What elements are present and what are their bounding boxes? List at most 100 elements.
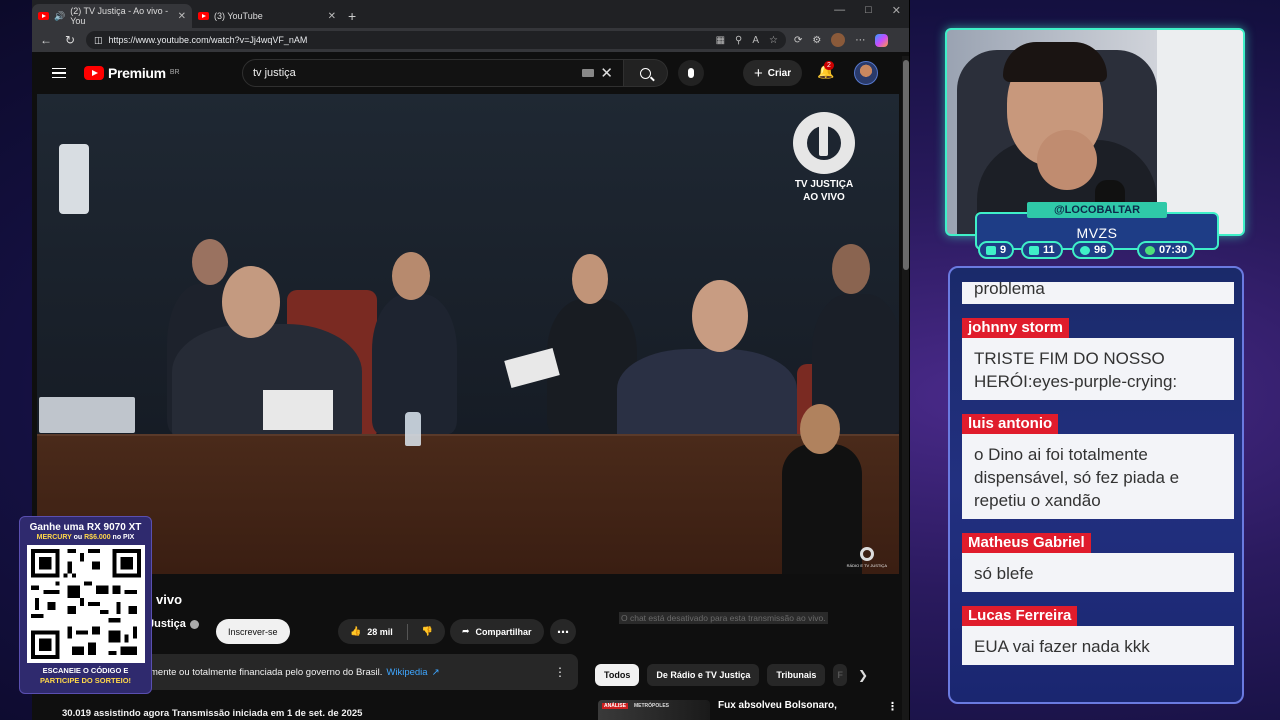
- video-player[interactable]: TV JUSTIÇA AO VIVO RÁDIO E TV JUSTIÇA: [37, 94, 899, 574]
- reload-icon[interactable]: ↻: [62, 33, 78, 47]
- keyboard-icon[interactable]: [582, 69, 595, 77]
- voice-search-button[interactable]: [678, 60, 704, 86]
- favorite-star-icon[interactable]: ☆: [769, 35, 778, 46]
- giveaway-prize-2: R$6.000: [84, 534, 111, 541]
- close-window-icon[interactable]: ✕: [892, 4, 901, 17]
- youtube-premium-logo[interactable]: Premium BR: [84, 65, 180, 81]
- thumbnail-source: METRÓPOLES: [634, 703, 670, 709]
- divider: [406, 623, 408, 640]
- zoom-icon[interactable]: ⚲: [735, 35, 742, 46]
- omnibox-actions: ▦ ⚲ A ☆: [716, 35, 778, 46]
- youtube-favicon-icon: [198, 12, 209, 20]
- youtube-play-icon: [84, 66, 104, 80]
- recommended-video[interactable]: ANÁLISE METRÓPOLES Fux absolveu Bolsonar…: [598, 700, 898, 720]
- logo-line-1: TV JUSTIÇA: [794, 179, 854, 190]
- url-input[interactable]: ◫ https://www.youtube.com/watch?v=Jj4wqV…: [86, 31, 786, 49]
- chip-more[interactable]: F: [833, 664, 848, 686]
- dislike-icon[interactable]: 👎: [422, 626, 433, 637]
- new-tab-icon[interactable]: +: [342, 4, 362, 28]
- site-info-icon[interactable]: ◫: [94, 35, 103, 46]
- info-menu-icon[interactable]: ⋮: [554, 665, 566, 679]
- giveaway-footer-line-2: PARTICIPE DO SORTEIO!: [39, 676, 132, 685]
- wikipedia-link[interactable]: Wikipedia: [386, 667, 427, 678]
- chat-username: Lucas Ferreira: [962, 606, 1078, 626]
- youtube-favicon-icon: [38, 12, 49, 20]
- search-button[interactable]: [624, 59, 668, 87]
- chat-message-text: TRISTE FIM DO NOSSO HERÓI:eyes-purple-cr…: [962, 338, 1234, 400]
- minimize-icon[interactable]: —: [834, 4, 845, 17]
- stream-chat-panel: problema johnny storm TRISTE FIM DO NOSS…: [948, 266, 1244, 704]
- read-aloud-icon[interactable]: A: [752, 35, 759, 46]
- search-value: tv justiça: [253, 67, 296, 79]
- copilot-icon[interactable]: [875, 33, 889, 47]
- chat-message-text: problema: [974, 282, 1045, 298]
- giveaway-title: Ganhe uma RX 9070 XT: [29, 522, 142, 533]
- apps-icon[interactable]: ▦: [716, 35, 725, 46]
- streamer-handle: @LOCOBALTAR: [1027, 202, 1167, 218]
- chip-radio-tv-justica[interactable]: De Rádio e TV Justiça: [647, 664, 760, 686]
- more-actions-button[interactable]: ⋯: [550, 619, 576, 644]
- scrollbar-thumb[interactable]: [903, 60, 909, 270]
- back-arrow-icon[interactable]: ←: [38, 33, 54, 47]
- chevron-right-icon[interactable]: ❯: [858, 668, 868, 682]
- chat-message-text: só blefe: [962, 553, 1234, 592]
- browser-window: 🔊 (2) TV Justiça - Ao vivo - You ✕ (3) Y…: [32, 0, 910, 720]
- stat-kick: 96: [1072, 241, 1115, 259]
- recommended-title[interactable]: Fux absolveu Bolsonaro,: [718, 700, 837, 720]
- speaker-icon[interactable]: 🔊: [54, 11, 65, 22]
- search-icon: [640, 67, 651, 79]
- country-code: BR: [169, 69, 180, 76]
- giveaway-qr-card: Ganhe uma RX 9070 XT MERCURY ou R$6.000 …: [19, 516, 152, 694]
- person-head: [392, 252, 430, 300]
- logo-text: Premium: [108, 65, 166, 81]
- subscribe-button[interactable]: Inscrever-se: [216, 619, 290, 644]
- notification-count-badge: 2: [824, 61, 834, 70]
- plus-icon: +: [754, 64, 763, 82]
- recommended-menu-icon[interactable]: ⋮: [887, 700, 898, 720]
- person-head: [192, 239, 228, 285]
- stat-youtube-value: 11: [1043, 244, 1055, 256]
- menu-icon[interactable]: [52, 67, 66, 79]
- channel-name[interactable]: Justiça: [148, 618, 199, 630]
- more-icon[interactable]: ⋯: [855, 35, 865, 46]
- recommendation-filters: Todos De Rádio e TV Justiça Tribunais F: [595, 664, 848, 686]
- tab-tv-justica[interactable]: 🔊 (2) TV Justiça - Ao vivo - You ✕: [32, 4, 192, 28]
- water-bottle: [405, 412, 421, 446]
- maximize-icon[interactable]: □: [865, 4, 872, 17]
- extensions-icon[interactable]: ⚙: [812, 35, 821, 46]
- video-thumbnail[interactable]: ANÁLISE METRÓPOLES: [598, 700, 710, 720]
- browser-toolbar: ⟳ ⚙ ⋯: [794, 33, 889, 47]
- tab-youtube[interactable]: (3) YouTube ✕: [192, 4, 342, 28]
- profile-avatar-icon[interactable]: [831, 33, 846, 47]
- stat-whatsapp: 07:30: [1137, 241, 1196, 259]
- stat-youtube: 11: [1021, 241, 1063, 259]
- giveaway-subtitle: MERCURY ou R$6.000 no PIX: [20, 534, 151, 541]
- create-button[interactable]: + Criar: [743, 60, 803, 86]
- close-tab-icon[interactable]: ✕: [178, 11, 186, 22]
- chip-tribunais[interactable]: Tribunais: [767, 664, 826, 686]
- streamer-hand: [1037, 130, 1097, 190]
- account-avatar[interactable]: [854, 61, 878, 85]
- judge-head: [222, 266, 280, 338]
- judge-head: [692, 280, 748, 352]
- refresh-extension-icon[interactable]: ⟳: [794, 35, 802, 46]
- chip-todos[interactable]: Todos: [595, 664, 640, 686]
- close-tab-icon[interactable]: ✕: [328, 11, 336, 22]
- qr-code-icon: [26, 545, 145, 663]
- external-link-icon[interactable]: ↗: [432, 667, 440, 678]
- like-count[interactable]: 28 mil: [367, 627, 393, 637]
- search-bar: tv justiça ✕: [242, 59, 668, 87]
- thumbnail-badge: ANÁLISE: [602, 703, 628, 709]
- share-button[interactable]: ➦ Compartilhar: [450, 619, 544, 644]
- chat-message-text: EUA vai fazer nada kkk: [962, 626, 1234, 665]
- clear-search-icon[interactable]: ✕: [600, 64, 613, 82]
- tab-title: (2) TV Justiça - Ao vivo - You: [70, 6, 169, 26]
- chat-icon: [986, 245, 996, 255]
- page-scrollbar[interactable]: [902, 56, 909, 720]
- streamer-name: MVZS: [1076, 225, 1118, 241]
- viewer-stats: 30.019 assistindo agora Transmissão inic…: [62, 708, 363, 719]
- search-input[interactable]: tv justiça ✕: [242, 59, 624, 87]
- radio-tv-justica-logo: RÁDIO E TV JUSTIÇA: [847, 547, 887, 568]
- stat-chat-value: 9: [1000, 244, 1007, 256]
- like-icon[interactable]: 👍: [350, 626, 361, 637]
